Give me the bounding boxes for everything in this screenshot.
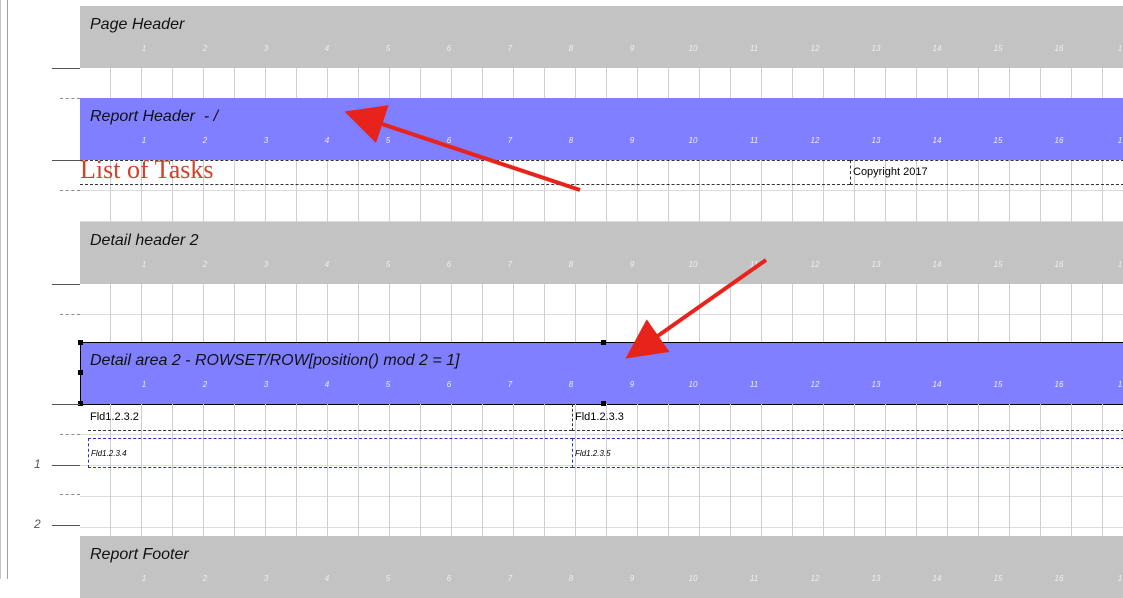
ruler-mark [52, 404, 80, 405]
page-header-grid[interactable] [80, 68, 1123, 98]
ruler-number: 1 [141, 136, 147, 145]
ruler-number: 12 [810, 44, 820, 53]
band-page-header[interactable]: Page Header 1 2 3 4 5 6 7 8 9 10 11 12 13 14 15 16 1 [80, 6, 1123, 68]
ruler: 1 2 3 4 5 6 7 8 9 10 11 12 13 14 15 16 1 [80, 44, 1123, 68]
detail-area-grid[interactable]: Fld1.2.3.2 Fld1.2.3.3 Fld1.2.3.4 Fld1.2.… [80, 404, 1123, 536]
ruler-number: 16 [1054, 44, 1064, 53]
ruler-number: 1 [141, 260, 147, 269]
ruler-mark [52, 284, 80, 285]
band-title: Detail header 2 [90, 232, 199, 249]
ruler-number: 14 [932, 44, 942, 53]
ruler-number: 7 [507, 44, 513, 53]
ruler-number: 10 [688, 136, 698, 145]
ruler-number: 1 [141, 44, 147, 53]
field-fld1-2-3-3[interactable]: Fld1.2.3.3 [572, 404, 1123, 431]
report-title-text: List of Tasks [80, 160, 214, 184]
ruler: 1 2 3 4 5 6 7 8 9 10 11 12 13 14 15 16 1 [80, 574, 1123, 598]
ruler-number: 6 [446, 44, 452, 53]
ruler-number: 2 [202, 136, 208, 145]
ruler-mark [52, 525, 80, 526]
ruler-mark [60, 190, 80, 191]
field-label: Fld1.2.3.5 [575, 449, 611, 458]
ruler-number: 7 [507, 136, 513, 145]
ruler-number: 15 [993, 260, 1003, 269]
detail-header-grid[interactable] [80, 284, 1123, 342]
ruler-number: 5 [385, 260, 391, 269]
report-header-grid[interactable]: List of Tasks Copyright 2017 [80, 160, 1123, 222]
copyright-text: Copyright 2017 [853, 166, 928, 178]
ruler-number: 13 [871, 136, 881, 145]
ruler-number: 11 [749, 44, 759, 53]
ruler-number: 8 [568, 260, 574, 269]
ruler-number: 3 [263, 136, 269, 145]
band-title: Report Footer [90, 546, 189, 563]
ruler-number: 8 [568, 44, 574, 53]
ruler-mark [52, 465, 80, 466]
ruler-number: 12 [810, 136, 820, 145]
ruler-number: 1 [1117, 44, 1123, 53]
ruler-number: 2 [202, 260, 208, 269]
ruler-number: 16 [1054, 260, 1064, 269]
ruler-mark [60, 494, 80, 495]
field-fld1-2-3-2[interactable]: Fld1.2.3.2 [88, 404, 572, 431]
selection-handle[interactable] [78, 370, 83, 375]
vertical-ruler-number: 2 [34, 517, 41, 531]
ruler-number: 13 [871, 260, 881, 269]
ruler-number: 8 [568, 136, 574, 145]
report-title-field[interactable]: List of Tasks [80, 160, 850, 185]
ruler-number: 9 [629, 136, 635, 145]
ruler-mark [52, 68, 80, 69]
field-label: Fld1.2.3.2 [90, 411, 139, 423]
selection-handle[interactable] [601, 340, 606, 345]
ruler: 1 2 3 4 5 6 7 8 9 10 11 12 13 14 15 16 1 [80, 136, 1123, 160]
ruler-number: 15 [993, 136, 1003, 145]
field-label: Fld1.2.3.4 [91, 449, 127, 458]
ruler-number: 4 [324, 44, 330, 53]
ruler-number: 4 [324, 136, 330, 145]
vertical-ruler-number: 1 [34, 457, 41, 471]
ruler-number: 14 [932, 260, 942, 269]
ruler-number: 13 [871, 44, 881, 53]
field-fld1-2-3-4[interactable]: Fld1.2.3.4 [88, 438, 573, 468]
ruler-number: 11 [749, 260, 759, 269]
ruler-number: 10 [688, 44, 698, 53]
ruler-number: 5 [385, 44, 391, 53]
copyright-field[interactable]: Copyright 2017 [850, 160, 1123, 185]
left-border [0, 0, 1, 579]
ruler-number: 3 [263, 44, 269, 53]
field-fld1-2-3-5[interactable]: Fld1.2.3.5 [572, 438, 1123, 468]
ruler-mark [60, 98, 80, 99]
ruler-number: 6 [446, 260, 452, 269]
band-title: Report Header - / [90, 108, 219, 125]
ruler-number: 16 [1054, 136, 1064, 145]
band-title: Page Header [90, 16, 185, 33]
ruler-number: 9 [629, 44, 635, 53]
ruler-mark [52, 160, 80, 161]
ruler-number: 6 [446, 136, 452, 145]
band-detail-header[interactable]: Detail header 2 1 2 3 4 5 6 7 8 9 10 11 12 13 14 15 16 1 [80, 222, 1123, 284]
ruler-number: 5 [385, 136, 391, 145]
ruler-number: 4 [324, 260, 330, 269]
ruler-mark [60, 314, 80, 315]
ruler-number: 10 [688, 260, 698, 269]
ruler-number: 11 [749, 136, 759, 145]
ruler-number: 3 [263, 260, 269, 269]
band-selection-frame [80, 342, 1123, 405]
ruler-number: 7 [507, 260, 513, 269]
ruler-number: 1 [1117, 260, 1123, 269]
left-scroll-edge [7, 0, 8, 579]
ruler-mark [60, 434, 80, 435]
ruler-number: 14 [932, 136, 942, 145]
band-report-header[interactable]: Report Header - / 1 2 3 4 5 6 7 8 9 10 11 12 13 14 15 1… [80, 98, 1123, 160]
ruler-number: 1 [1117, 136, 1123, 145]
ruler-number: 2 [202, 44, 208, 53]
field-label: Fld1.2.3.3 [575, 411, 624, 423]
ruler-number: 12 [810, 260, 820, 269]
selection-handle[interactable] [78, 340, 83, 345]
ruler: 1 2 3 4 5 6 7 8 9 10 11 12 13 14 15 16 1 [80, 260, 1123, 284]
band-report-footer[interactable]: Report Footer 1 2 3 4 5 6 7 8 9 10 11 12 13 14 15 16 1 [80, 536, 1123, 598]
ruler-number: 9 [629, 260, 635, 269]
ruler-number: 15 [993, 44, 1003, 53]
